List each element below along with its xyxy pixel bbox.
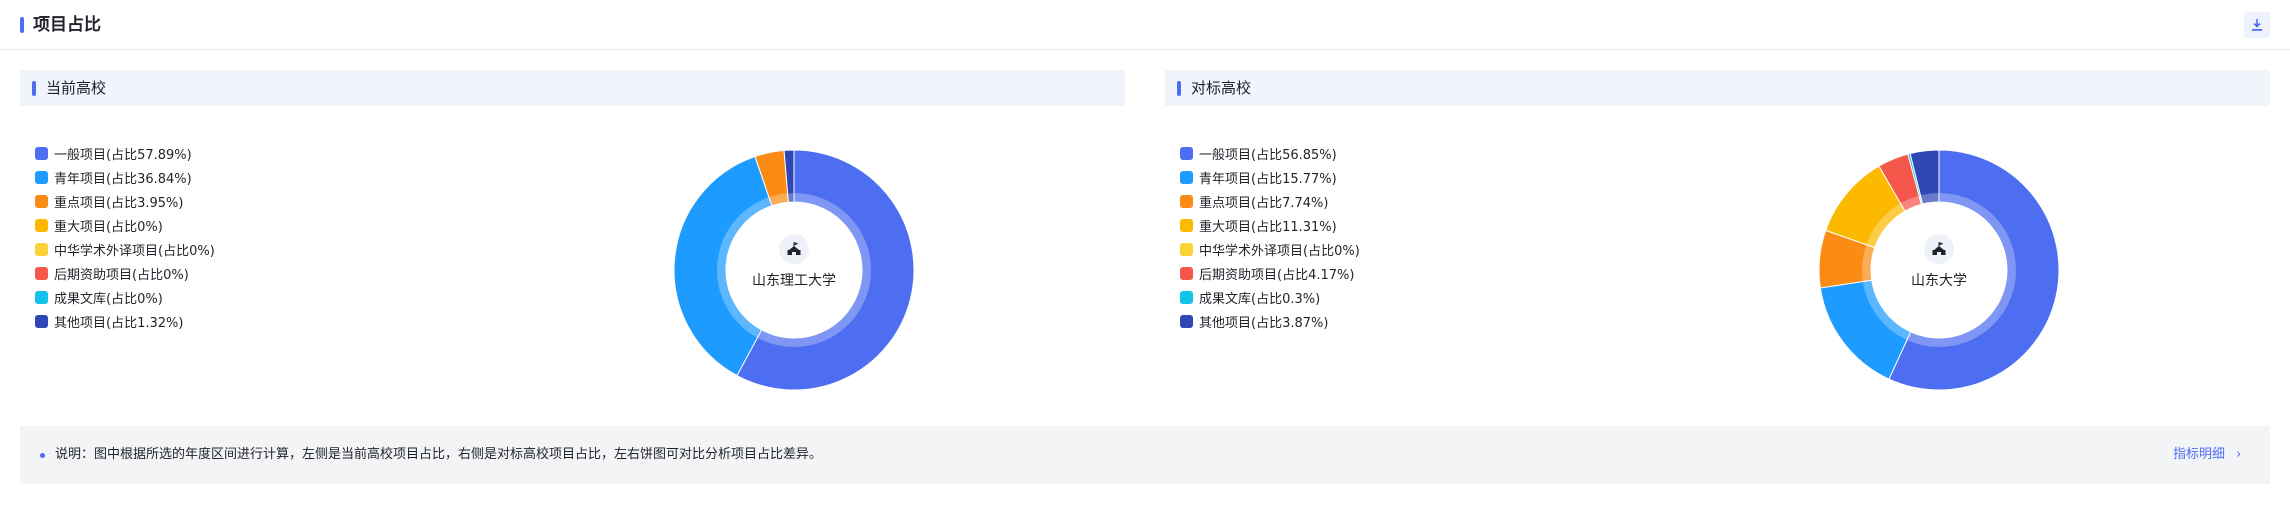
note-text: 说明：图中根据所选的年度区间进行计算，左侧是当前高校项目占比，右侧是对标高校项目… — [55, 447, 823, 462]
current-school-panel-title: 当前高校 — [46, 79, 107, 97]
legend-item[interactable]: 一般项目(占比57.89%) — [35, 141, 215, 165]
legend-swatch — [35, 170, 48, 184]
legend-item[interactable]: 中华学术外译项目(占比0%) — [35, 237, 215, 261]
legend-swatch — [1180, 146, 1193, 160]
panel-accent-bar — [32, 81, 36, 96]
legend-label: 其他项目(占比1.32%) — [54, 315, 184, 331]
legend-label: 重点项目(占比7.74%) — [1199, 195, 1329, 211]
legend-swatch — [35, 314, 48, 328]
benchmark-school-donut-chart: 山东大学 — [1809, 140, 2069, 400]
donut-center — [1873, 204, 2005, 336]
legend-swatch — [1180, 218, 1193, 232]
panel-accent-bar — [1177, 81, 1181, 96]
legend-item[interactable]: 成果文库(占比0%) — [35, 285, 215, 309]
section-title: 项目占比 — [33, 15, 101, 35]
legend-swatch — [1180, 314, 1193, 328]
legend-label: 后期资助项目(占比0%) — [54, 267, 189, 283]
section-header: 项目占比 — [0, 0, 2290, 50]
legend-swatch — [1180, 194, 1193, 208]
legend-item[interactable]: 其他项目(占比1.32%) — [35, 309, 215, 333]
legend-item[interactable]: 青年项目(占比15.77%) — [1180, 165, 1360, 189]
legend-swatch — [35, 146, 48, 160]
legend-item[interactable]: 青年项目(占比36.84%) — [35, 165, 215, 189]
legend-item[interactable]: 一般项目(占比56.85%) — [1180, 141, 1360, 165]
legend-item[interactable]: 后期资助项目(占比4.17%) — [1180, 261, 1360, 285]
indicator-details-link[interactable]: 指标明细 — [2173, 446, 2225, 464]
university-icon — [779, 234, 809, 264]
legend-item[interactable]: 重点项目(占比7.74%) — [1180, 189, 1360, 213]
benchmark-school-legend: 一般项目(占比56.85%) 青年项目(占比15.77%) 重点项目(占比7.74%… — [1180, 141, 1360, 333]
chevron-right-icon[interactable]: › — [2236, 446, 2241, 464]
legend-label: 成果文库(占比0.3%) — [1199, 291, 1321, 307]
legend-label: 中华学术外译项目(占比0%) — [54, 243, 215, 259]
legend-label: 其他项目(占比3.87%) — [1199, 315, 1329, 331]
download-icon — [2252, 19, 2262, 31]
current-school-panel-header: 当前高校 — [20, 70, 1125, 106]
legend-swatch — [1180, 266, 1193, 280]
legend-swatch — [35, 242, 48, 256]
legend-item[interactable]: 其他项目(占比3.87%) — [1180, 309, 1360, 333]
legend-label: 中华学术外译项目(占比0%) — [1199, 243, 1360, 259]
download-button[interactable] — [2244, 12, 2270, 38]
legend-label: 青年项目(占比15.77%) — [1199, 171, 1337, 187]
legend-swatch — [1180, 242, 1193, 256]
legend-label: 后期资助项目(占比4.17%) — [1199, 267, 1355, 283]
legend-label: 重大项目(占比11.31%) — [1199, 219, 1337, 235]
legend-label: 重大项目(占比0%) — [54, 219, 163, 235]
legend-label: 一般项目(占比56.85%) — [1199, 147, 1337, 163]
donut-center — [728, 204, 860, 336]
legend-label: 成果文库(占比0%) — [54, 291, 163, 307]
current-school-name: 山东理工大学 — [752, 273, 836, 289]
legend-swatch — [35, 218, 48, 232]
benchmark-school-panel-title: 对标高校 — [1191, 79, 1252, 97]
benchmark-school-donut-svg — [1818, 149, 2060, 391]
university-icon — [1924, 234, 1954, 264]
current-school-donut-chart: 山东理工大学 — [664, 140, 924, 400]
benchmark-school-name: 山东大学 — [1911, 273, 1967, 289]
legend-swatch — [1180, 290, 1193, 304]
legend-item[interactable]: 重大项目(占比0%) — [35, 213, 215, 237]
note-bullet — [40, 453, 45, 458]
current-school-legend: 一般项目(占比57.89%) 青年项目(占比36.84%) 重点项目(占比3.95%… — [35, 141, 215, 333]
benchmark-school-panel-header: 对标高校 — [1165, 70, 2270, 106]
legend-swatch — [35, 194, 48, 208]
legend-item[interactable]: 后期资助项目(占比0%) — [35, 261, 215, 285]
legend-swatch — [35, 290, 48, 304]
legend-item[interactable]: 中华学术外译项目(占比0%) — [1180, 237, 1360, 261]
legend-item[interactable]: 重点项目(占比3.95%) — [35, 189, 215, 213]
current-school-donut-svg — [673, 149, 915, 391]
legend-label: 重点项目(占比3.95%) — [54, 195, 184, 211]
title-accent-bar — [20, 17, 24, 33]
legend-item[interactable]: 成果文库(占比0.3%) — [1180, 285, 1360, 309]
legend-swatch — [35, 266, 48, 280]
legend-swatch — [1180, 170, 1193, 184]
legend-label: 一般项目(占比57.89%) — [54, 147, 192, 163]
legend-item[interactable]: 重大项目(占比11.31%) — [1180, 213, 1360, 237]
explanation-note: 说明：图中根据所选的年度区间进行计算，左侧是当前高校项目占比，右侧是对标高校项目… — [20, 426, 2270, 484]
legend-label: 青年项目(占比36.84%) — [54, 171, 192, 187]
